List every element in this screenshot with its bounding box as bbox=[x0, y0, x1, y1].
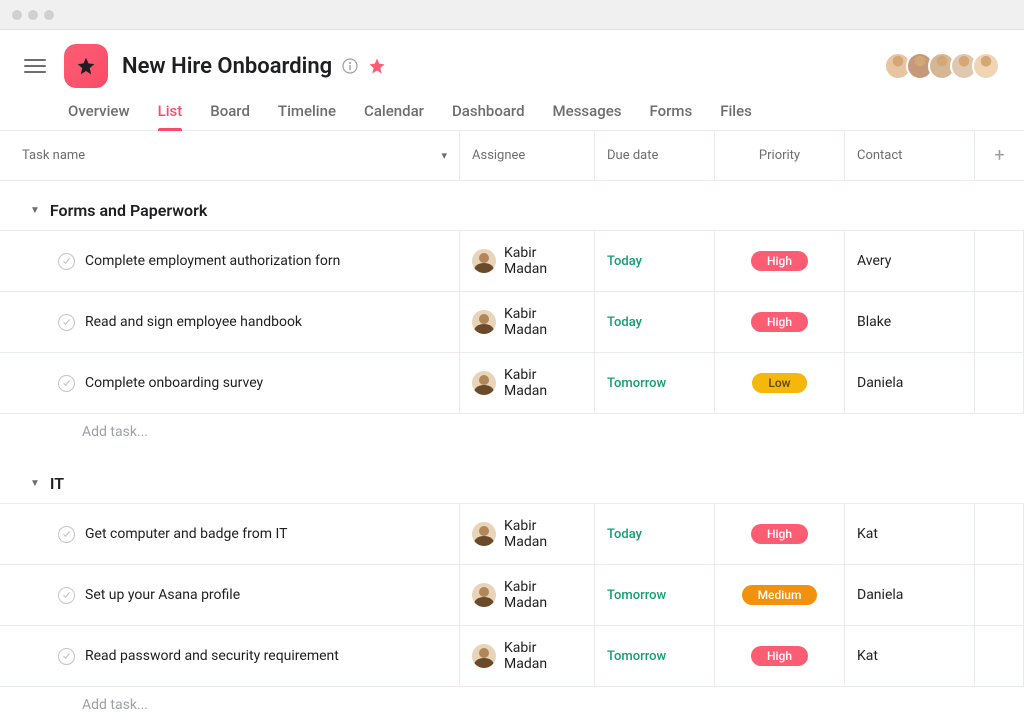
task-title: Read and sign employee handbook bbox=[85, 314, 302, 330]
task-row[interactable]: Complete onboarding survey Kabir Madan Tom… bbox=[0, 352, 1024, 413]
tab-messages[interactable]: Messages bbox=[553, 102, 622, 130]
member-avatar[interactable] bbox=[972, 52, 1000, 80]
complete-check-icon[interactable] bbox=[58, 314, 75, 331]
complete-check-icon[interactable] bbox=[58, 648, 75, 665]
tab-files[interactable]: Files bbox=[720, 102, 752, 130]
column-headers: Task name ▾ Assignee Due date Priority C… bbox=[0, 131, 1024, 181]
info-icon[interactable] bbox=[342, 58, 358, 74]
contact-name: Avery bbox=[857, 253, 891, 269]
task-title: Complete onboarding survey bbox=[85, 375, 263, 391]
due-date: Today bbox=[607, 254, 642, 269]
column-label: Due date bbox=[607, 148, 658, 163]
project-tabs: Overview List Board Timeline Calendar Dashboa… bbox=[0, 88, 1024, 131]
priority-pill[interactable]: High bbox=[751, 251, 808, 271]
section-header[interactable]: ▼ Forms and Paperwork bbox=[0, 195, 1024, 230]
chevron-down-icon[interactable]: ▾ bbox=[441, 149, 447, 162]
add-column-button[interactable]: + bbox=[975, 131, 1024, 180]
column-label: Priority bbox=[759, 148, 800, 163]
column-label: Task name bbox=[22, 148, 85, 163]
contact-name: Daniela bbox=[857, 587, 903, 603]
due-date: Today bbox=[607, 527, 642, 542]
assignee-name: Kabir Madan bbox=[504, 518, 582, 550]
assignee-avatar bbox=[472, 583, 496, 607]
tab-timeline[interactable]: Timeline bbox=[278, 102, 336, 130]
favorite-star-icon[interactable] bbox=[368, 57, 386, 75]
assignee-avatar bbox=[472, 310, 496, 334]
priority-pill[interactable]: High bbox=[751, 312, 808, 332]
task-title: Read password and security requirement bbox=[85, 648, 339, 664]
column-priority[interactable]: Priority bbox=[715, 131, 845, 180]
assignee-avatar bbox=[472, 644, 496, 668]
column-due-date[interactable]: Due date bbox=[595, 131, 715, 180]
section-header[interactable]: ▼ IT bbox=[0, 468, 1024, 503]
task-row[interactable]: Read and sign employee handbook Kabir Mad… bbox=[0, 291, 1024, 352]
complete-check-icon[interactable] bbox=[58, 375, 75, 392]
assignee-name: Kabir Madan bbox=[504, 579, 582, 611]
tab-dashboard[interactable]: Dashboard bbox=[452, 102, 525, 130]
tab-board[interactable]: Board bbox=[210, 102, 250, 130]
caret-down-icon: ▼ bbox=[30, 205, 40, 216]
due-date: Tomorrow bbox=[607, 588, 666, 603]
tab-overview[interactable]: Overview bbox=[68, 102, 130, 130]
priority-pill[interactable]: Low bbox=[752, 373, 806, 393]
assignee-avatar bbox=[472, 371, 496, 395]
plus-icon: + bbox=[994, 145, 1004, 166]
task-row[interactable]: Read password and security requirement Ka… bbox=[0, 625, 1024, 686]
task-row[interactable]: Get computer and badge from IT Kabir Mada… bbox=[0, 503, 1024, 564]
window-dot bbox=[28, 10, 38, 20]
tab-calendar[interactable]: Calendar bbox=[364, 102, 424, 130]
complete-check-icon[interactable] bbox=[58, 253, 75, 270]
assignee-name: Kabir Madan bbox=[504, 245, 582, 277]
due-date: Today bbox=[607, 315, 642, 330]
task-title: Complete employment authorization forn bbox=[85, 253, 340, 269]
task-row[interactable]: Set up your Asana profile Kabir Madan Tomo… bbox=[0, 564, 1024, 625]
add-task-button[interactable]: Add task... bbox=[0, 413, 1024, 454]
contact-name: Kat bbox=[857, 648, 878, 664]
column-contact[interactable]: Contact bbox=[845, 131, 975, 180]
assignee-avatar bbox=[472, 249, 496, 273]
column-task-name[interactable]: Task name ▾ bbox=[0, 131, 460, 180]
browser-chrome bbox=[0, 0, 1024, 30]
menu-icon[interactable] bbox=[24, 55, 46, 77]
star-project-icon bbox=[76, 56, 96, 76]
priority-pill[interactable]: High bbox=[751, 646, 808, 666]
project-title[interactable]: New Hire Onboarding bbox=[122, 54, 332, 79]
complete-check-icon[interactable] bbox=[58, 526, 75, 543]
task-title: Get computer and badge from IT bbox=[85, 526, 287, 542]
tab-forms[interactable]: Forms bbox=[649, 102, 692, 130]
window-dot bbox=[12, 10, 22, 20]
project-icon[interactable] bbox=[64, 44, 108, 88]
caret-down-icon: ▼ bbox=[30, 478, 40, 489]
assignee-name: Kabir Madan bbox=[504, 640, 582, 672]
assignee-name: Kabir Madan bbox=[504, 306, 582, 338]
section-title: IT bbox=[50, 474, 64, 493]
column-assignee[interactable]: Assignee bbox=[460, 131, 595, 180]
contact-name: Daniela bbox=[857, 375, 903, 391]
tab-list[interactable]: List bbox=[158, 102, 183, 130]
task-row[interactable]: Complete employment authorization forn Ka… bbox=[0, 230, 1024, 291]
contact-name: Blake bbox=[857, 314, 891, 330]
member-avatars[interactable] bbox=[890, 52, 1000, 80]
due-date: Tomorrow bbox=[607, 376, 666, 391]
complete-check-icon[interactable] bbox=[58, 587, 75, 604]
add-task-button[interactable]: Add task... bbox=[0, 686, 1024, 727]
project-header: New Hire Onboarding bbox=[0, 30, 1024, 88]
priority-pill[interactable]: Medium bbox=[742, 585, 818, 605]
priority-pill[interactable]: High bbox=[751, 524, 808, 544]
column-label: Contact bbox=[857, 148, 902, 163]
column-label: Assignee bbox=[472, 148, 525, 163]
contact-name: Kat bbox=[857, 526, 878, 542]
section-title: Forms and Paperwork bbox=[50, 201, 207, 220]
assignee-avatar bbox=[472, 522, 496, 546]
due-date: Tomorrow bbox=[607, 649, 666, 664]
assignee-name: Kabir Madan bbox=[504, 367, 582, 399]
task-title: Set up your Asana profile bbox=[85, 587, 240, 603]
window-dot bbox=[44, 10, 54, 20]
